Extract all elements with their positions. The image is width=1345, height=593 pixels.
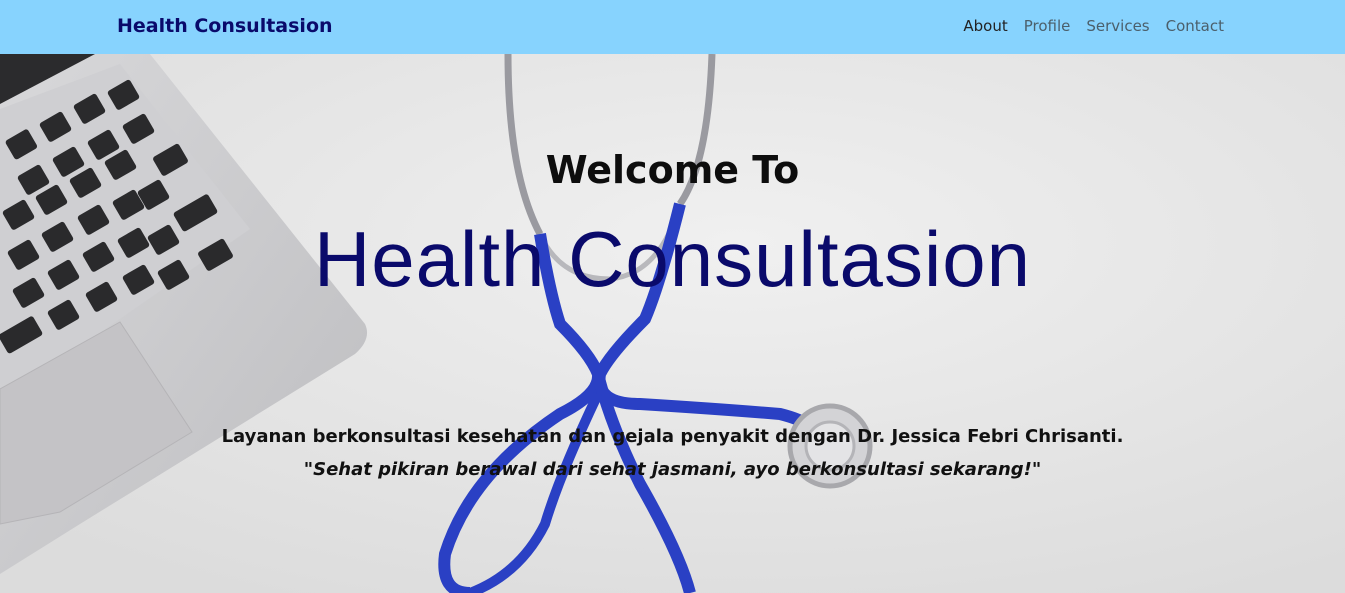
hero-content: Welcome To Health Consultasion Layanan b…	[0, 54, 1345, 593]
top-navbar: Health Consultasion About Profile Servic…	[0, 0, 1345, 54]
nav-links: About Profile Services Contact	[963, 17, 1224, 35]
welcome-heading: Welcome To	[545, 148, 800, 192]
nav-link-services[interactable]: Services	[1086, 17, 1149, 35]
hero-description: Layanan berkonsultasi kesehatan dan geja…	[221, 426, 1124, 447]
nav-link-about[interactable]: About	[963, 17, 1007, 35]
hero-section: Welcome To Health Consultasion Layanan b…	[0, 54, 1345, 593]
hero-quote: "Sehat pikiran berawal dari sehat jasman…	[303, 459, 1042, 480]
nav-link-profile[interactable]: Profile	[1024, 17, 1071, 35]
nav-link-contact[interactable]: Contact	[1166, 17, 1224, 35]
brand-link[interactable]: Health Consultasion	[117, 15, 333, 37]
hero-title: Health Consultasion	[313, 215, 1032, 303]
